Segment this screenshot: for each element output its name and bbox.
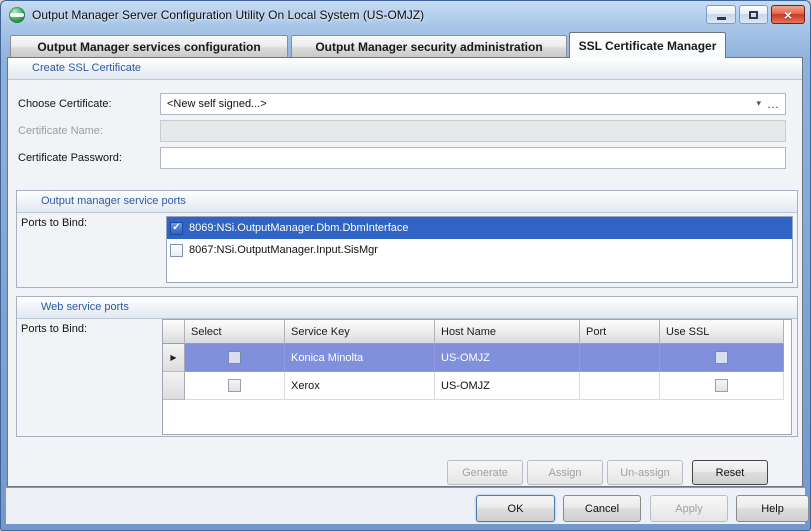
certificate-name-field: [160, 120, 786, 142]
service-key-cell[interactable]: Xerox: [285, 372, 435, 400]
minimize-icon: [716, 17, 726, 20]
web-ports-table: Select Service Key Host Name Port Use SS…: [162, 319, 792, 435]
list-item[interactable]: 8067:NSi.OutputManager.Input.SisMgr: [167, 239, 792, 261]
tab-label: SSL Certificate Manager: [578, 38, 717, 53]
column-header-port[interactable]: Port: [580, 320, 660, 344]
check-icon: ✓: [172, 222, 181, 233]
row-indicator-cell[interactable]: [163, 372, 185, 400]
port-checkbox[interactable]: [170, 243, 183, 257]
unassign-button: Un-assign: [607, 460, 683, 485]
column-header-service-key[interactable]: Service Key: [285, 320, 435, 344]
tab-label: Output Manager services configuration: [37, 40, 261, 54]
certificate-name-label: Certificate Name:: [18, 125, 103, 137]
minimize-button[interactable]: [706, 5, 736, 24]
tab-security-administration[interactable]: Output Manager security administration: [291, 35, 567, 58]
combobox-value: <New self signed...>: [167, 98, 267, 110]
assign-button: Assign: [527, 460, 603, 485]
list-item-label: 8067:NSi.OutputManager.Input.SisMgr: [189, 244, 378, 256]
group-service-ports: Output manager service ports Ports to Bi…: [16, 190, 798, 288]
table-row[interactable]: Xerox US-OMJZ: [163, 372, 791, 400]
footer: OK Cancel Apply Help: [6, 488, 809, 524]
window-title: Output Manager Server Configuration Util…: [32, 8, 425, 22]
port-cell[interactable]: [580, 372, 660, 400]
browse-ellipsis-button[interactable]: …: [767, 94, 780, 114]
row-indicator-icon: ▶: [170, 353, 177, 362]
ssl-certificate-tab-panel: Create SSL Certificate Choose Certificat…: [7, 57, 803, 487]
help-button[interactable]: Help: [736, 495, 809, 522]
port-cell[interactable]: [580, 344, 660, 372]
ports-to-bind-label: Ports to Bind:: [21, 217, 88, 229]
maximize-icon: [749, 10, 758, 19]
list-item-label: 8069:NSi.OutputManager.Dbm.DbmInterface: [189, 222, 409, 234]
select-cell[interactable]: [185, 372, 285, 400]
use-ssl-cell[interactable]: [660, 372, 784, 400]
app-icon: [9, 7, 25, 23]
web-ports-header: Web service ports: [17, 297, 797, 319]
select-checkbox[interactable]: [228, 379, 241, 392]
close-icon: ×: [783, 6, 793, 23]
host-name-cell[interactable]: US-OMJZ: [435, 372, 580, 400]
ports-listbox: ✓ 8069:NSi.OutputManager.Dbm.DbmInterfac…: [166, 216, 793, 283]
apply-button: Apply: [650, 495, 728, 522]
ports-to-bind-label: Ports to Bind:: [21, 323, 88, 335]
column-header-select[interactable]: Select: [185, 320, 285, 344]
group-web-ports: Web service ports Ports to Bind: Select …: [16, 296, 798, 437]
reset-button[interactable]: Reset: [692, 460, 768, 485]
dialog-window: Output Manager Server Configuration Util…: [0, 0, 811, 531]
service-key-cell[interactable]: Konica Minolta: [285, 344, 435, 372]
create-ssl-certificate-header: Create SSL Certificate: [8, 58, 802, 80]
ok-button[interactable]: OK: [476, 495, 555, 522]
use-ssl-checkbox[interactable]: [715, 379, 728, 392]
column-header-indicator: [163, 320, 185, 344]
host-name-cell[interactable]: US-OMJZ: [435, 344, 580, 372]
close-button[interactable]: ×: [771, 5, 805, 24]
table-row[interactable]: ▶ Konica Minolta US-OMJZ: [163, 344, 791, 372]
generate-button: Generate: [447, 460, 523, 485]
select-checkbox[interactable]: [228, 351, 241, 364]
certificate-password-label: Certificate Password:: [18, 152, 122, 164]
choose-certificate-label: Choose Certificate:: [18, 98, 112, 110]
certificate-password-field[interactable]: [160, 147, 786, 169]
title-bar[interactable]: Output Manager Server Configuration Util…: [0, 0, 811, 30]
tab-services-configuration[interactable]: Output Manager services configuration: [10, 35, 288, 58]
column-header-use-ssl[interactable]: Use SSL: [660, 320, 784, 344]
column-header-host-name[interactable]: Host Name: [435, 320, 580, 344]
tab-label: Output Manager security administration: [315, 40, 543, 54]
row-indicator-cell[interactable]: ▶: [163, 344, 185, 372]
list-item[interactable]: ✓ 8069:NSi.OutputManager.Dbm.DbmInterfac…: [167, 217, 792, 239]
chevron-down-icon[interactable]: ▾: [756, 99, 761, 108]
service-ports-header: Output manager service ports: [17, 191, 797, 213]
use-ssl-cell[interactable]: [660, 344, 784, 372]
cancel-button[interactable]: Cancel: [563, 495, 641, 522]
port-checkbox[interactable]: ✓: [170, 221, 183, 235]
use-ssl-checkbox[interactable]: [715, 351, 728, 364]
tab-ssl-certificate-manager[interactable]: SSL Certificate Manager: [569, 32, 726, 58]
maximize-button[interactable]: [739, 5, 768, 24]
choose-certificate-combobox[interactable]: <New self signed...> ▾ …: [160, 93, 786, 115]
select-cell[interactable]: [185, 344, 285, 372]
